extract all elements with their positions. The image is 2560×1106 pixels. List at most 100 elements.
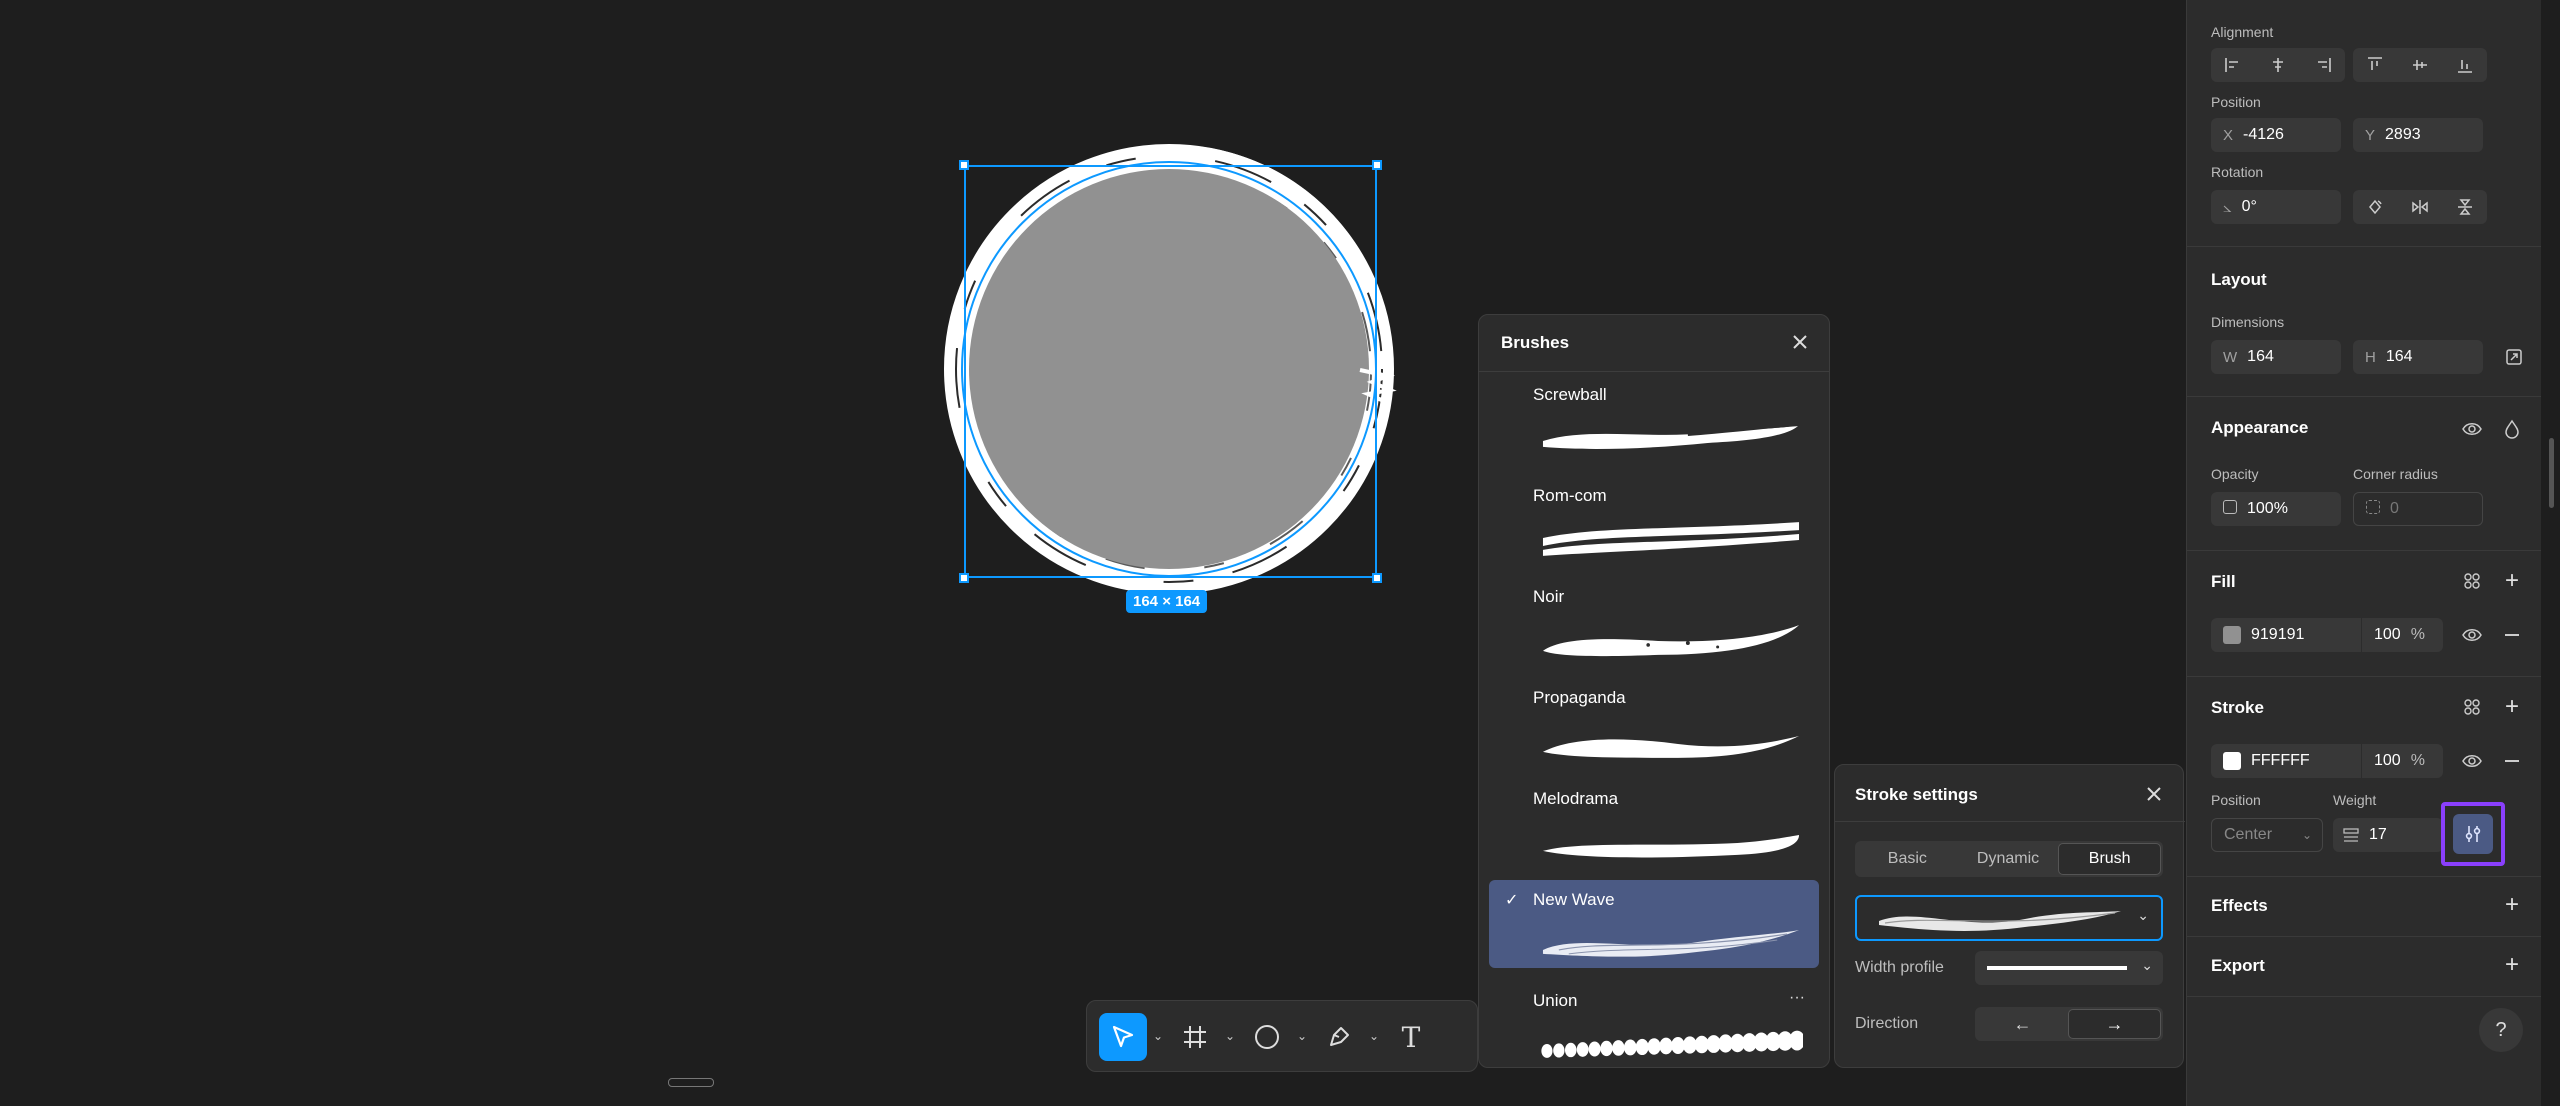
- pen-tool-button[interactable]: [1315, 1013, 1363, 1061]
- add-stroke-button[interactable]: +: [2497, 692, 2527, 722]
- rotation-field[interactable]: ⦣ 0°: [2211, 190, 2341, 224]
- tab-brush[interactable]: Brush: [2058, 843, 2162, 875]
- more-options-icon[interactable]: ···: [1789, 989, 1805, 1007]
- direction-forward-button[interactable]: →: [2068, 1009, 2161, 1039]
- brush-name: Propaganda: [1533, 688, 1626, 707]
- tab-dynamic[interactable]: Dynamic: [1958, 843, 2059, 875]
- frame-tool-button[interactable]: [1171, 1013, 1219, 1061]
- brush-item-propaganda[interactable]: Propaganda: [1489, 678, 1819, 766]
- stroke-weight-field[interactable]: 17: [2333, 818, 2443, 852]
- pen-icon: [1330, 1027, 1349, 1046]
- brush-preset-dropdown[interactable]: ⌄: [1855, 895, 2163, 941]
- fill-visibility-button[interactable]: [2457, 620, 2487, 650]
- stroke-styles-button[interactable]: [2457, 692, 2487, 722]
- width-profile-preview: [1987, 966, 2127, 970]
- resize-handle-top-right[interactable]: [1372, 160, 1382, 170]
- fill-title: Fill: [2211, 572, 2236, 591]
- blend-mode-button[interactable]: [2497, 414, 2527, 444]
- stroke-position-select[interactable]: Center ⌄: [2211, 818, 2323, 852]
- brush-item-union[interactable]: Union ···: [1489, 981, 1819, 1067]
- corner-radius-field[interactable]: 0: [2353, 492, 2483, 526]
- chevron-down-icon[interactable]: ⌄: [1225, 1029, 1235, 1043]
- align-middle-button[interactable]: [2398, 48, 2443, 82]
- stroke-position-value: Center: [2224, 826, 2273, 843]
- panel-scrollbar[interactable]: [2549, 438, 2554, 508]
- shape-tool-button[interactable]: [1243, 1013, 1291, 1061]
- frame-icon: [1184, 1026, 1206, 1048]
- stroke-position-label: Position: [2211, 792, 2261, 808]
- position-x-field[interactable]: X -4126: [2211, 118, 2341, 152]
- position-y-field[interactable]: Y 2893: [2353, 118, 2483, 152]
- brush-item-noir[interactable]: Noir: [1489, 577, 1819, 665]
- fill-swatch[interactable]: [2223, 626, 2241, 644]
- align-top-button[interactable]: [2353, 48, 2398, 82]
- resize-handle-bottom-left[interactable]: [959, 573, 969, 583]
- brushes-panel-title: Brushes: [1501, 333, 1570, 352]
- resize-to-fit-button[interactable]: [2499, 342, 2529, 372]
- stroke-color-field[interactable]: FFFFFF 100 %: [2211, 744, 2443, 778]
- opacity-field[interactable]: 100%: [2211, 492, 2341, 526]
- selection-box: [964, 165, 1377, 578]
- align-center-h-button[interactable]: [2256, 48, 2301, 82]
- plus-icon: +: [2504, 891, 2519, 918]
- brush-stroke-preview: [1542, 835, 1800, 858]
- fill-color-field[interactable]: 919191 100 %: [2211, 618, 2443, 652]
- tab-basic[interactable]: Basic: [1857, 843, 1958, 875]
- stroke-title: Stroke: [2211, 698, 2264, 717]
- selection-size-badge: 164 × 164: [1126, 590, 1208, 613]
- y-prefix: Y: [2365, 126, 2376, 144]
- divider: [1479, 371, 1829, 372]
- align-left-button[interactable]: [2211, 48, 2256, 82]
- resize-icon: [2506, 349, 2522, 365]
- check-icon: ✓: [1505, 892, 1519, 909]
- stroke-type-tabs: Basic Dynamic Brush: [1855, 841, 2163, 877]
- add-fill-button[interactable]: +: [2497, 566, 2527, 596]
- brush-item-rom-com[interactable]: Rom-com: [1489, 476, 1819, 564]
- text-tool-button[interactable]: T: [1387, 1013, 1435, 1061]
- stroke-visibility-button[interactable]: [2457, 746, 2487, 776]
- brush-item-screwball[interactable]: Screwball: [1489, 375, 1819, 463]
- cursor-icon: [1112, 1025, 1134, 1048]
- chevron-down-icon[interactable]: ⌄: [1153, 1029, 1163, 1043]
- position-y-value: 2893: [2385, 126, 2421, 143]
- add-export-button[interactable]: +: [2497, 950, 2527, 980]
- height-field[interactable]: H 164: [2353, 340, 2483, 374]
- toggle-visibility-button[interactable]: [2457, 414, 2487, 444]
- width-field[interactable]: W 164: [2211, 340, 2341, 374]
- vertical-align-group: [2353, 48, 2487, 82]
- resize-handle-bottom-right[interactable]: [1372, 573, 1382, 583]
- remove-fill-button[interactable]: [2497, 620, 2527, 650]
- flip-vertical-button[interactable]: [2442, 190, 2487, 224]
- rotate-90-button[interactable]: [2353, 190, 2398, 224]
- help-button[interactable]: ?: [2479, 1008, 2523, 1052]
- stroke-settings-button[interactable]: [2441, 802, 2505, 866]
- brush-item-new-wave[interactable]: ✓ New Wave: [1489, 880, 1819, 968]
- move-tool-button[interactable]: [1099, 1013, 1147, 1061]
- chevron-down-icon[interactable]: ⌄: [1369, 1029, 1379, 1043]
- scroll-indicator[interactable]: [668, 1078, 714, 1087]
- align-bottom-button[interactable]: [2442, 48, 2487, 82]
- resize-handle-top-left[interactable]: [959, 160, 969, 170]
- align-right-button[interactable]: [2300, 48, 2345, 82]
- brush-item-melodrama[interactable]: Melodrama: [1489, 779, 1819, 867]
- close-brushes-button[interactable]: [1787, 329, 1813, 355]
- close-stroke-settings-button[interactable]: [2141, 781, 2167, 807]
- effects-title: Effects: [2211, 896, 2268, 915]
- stroke-swatch[interactable]: [2223, 752, 2241, 770]
- brush-stroke-preview: [1542, 522, 1800, 556]
- flip-horizontal-button[interactable]: [2398, 190, 2443, 224]
- chevron-down-icon[interactable]: ⌄: [1297, 1029, 1307, 1043]
- width-value: 164: [2247, 348, 2274, 365]
- opacity-value: 100%: [2247, 500, 2288, 517]
- remove-stroke-button[interactable]: [2497, 746, 2527, 776]
- stroke-weight-value: 17: [2369, 826, 2387, 843]
- opacity-icon: [2223, 500, 2237, 518]
- fill-styles-button[interactable]: [2457, 566, 2487, 596]
- brush-name: Union: [1533, 991, 1578, 1010]
- add-effect-button[interactable]: +: [2497, 890, 2527, 920]
- direction-reverse-button[interactable]: ←: [1977, 1009, 2068, 1039]
- align-right-icon: [2317, 58, 2331, 72]
- corner-radius-icon: [2366, 500, 2380, 518]
- width-profile-select[interactable]: ⌄: [1975, 951, 2163, 985]
- ellipse-icon: [1255, 1025, 1279, 1049]
